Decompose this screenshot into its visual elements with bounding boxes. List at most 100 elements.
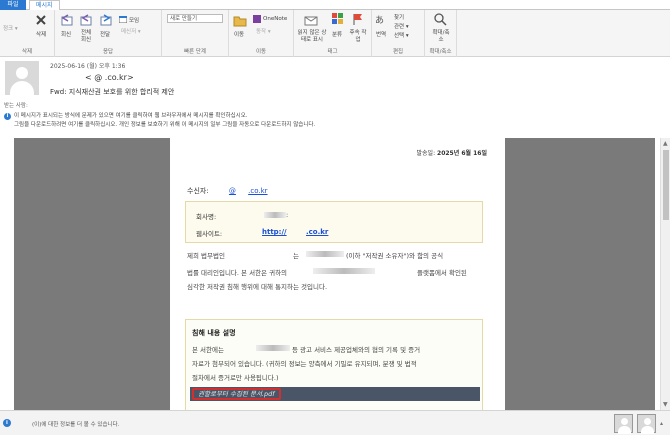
group-label-edit: 편집 bbox=[392, 49, 404, 55]
issue-label: 발송일: bbox=[416, 150, 436, 157]
meeting-button[interactable]: 모임 bbox=[129, 16, 139, 24]
reply-all-icon[interactable] bbox=[79, 13, 93, 27]
onenote-icon bbox=[253, 15, 261, 23]
person-avatar-1[interactable] bbox=[614, 414, 633, 434]
followup-button[interactable]: 후속 작업 bbox=[349, 30, 367, 44]
people-pane: i (이)에 대한 정보를 더 볼 수 있습니다. ▴ bbox=[0, 410, 670, 435]
zoom-icon[interactable] bbox=[434, 13, 447, 26]
para-line-3: 심각한 저작권 침해 행위에 대해 통지하는 것입니다. bbox=[187, 283, 328, 291]
redacted-provider bbox=[256, 345, 290, 351]
find-button[interactable]: 찾기 bbox=[394, 13, 404, 21]
attachment-bar: 권할로부터 수집된 문서.pdf bbox=[190, 387, 480, 401]
left-margin-band bbox=[14, 138, 170, 410]
new-quick-step: 새로 만들기 bbox=[170, 16, 198, 22]
letter-document: 발송일: 2025년 6월 16일 수신자: @ .co.kr 회사명: : 웹… bbox=[170, 138, 505, 410]
para-line-2b: 플랫폼에서 확인된 bbox=[417, 269, 467, 277]
move-button[interactable]: 이동 bbox=[234, 30, 244, 38]
violation-line-1b: 등 광고 서비스 제공업체와의 협의 기록 및 증거 bbox=[292, 346, 421, 354]
im-button[interactable]: 메신저 ▾ bbox=[121, 27, 141, 35]
para-line-1b: 는 bbox=[293, 252, 299, 260]
actions-button[interactable]: 동작 ▾ bbox=[256, 27, 271, 35]
meeting-icon bbox=[119, 16, 127, 23]
violation-line-2: 자료가 첨부되어 있습니다. (귀하의 정보는 양측에서 기밀로 유지되며, 분… bbox=[192, 360, 417, 368]
attachment-link[interactable]: 권할로부터 수집된 문서.pdf bbox=[192, 388, 281, 400]
reply-icon[interactable] bbox=[60, 13, 74, 27]
redacted-name-1 bbox=[306, 251, 344, 257]
recipient-line: 수신자: @ .co.kr bbox=[187, 186, 268, 196]
translate-button[interactable]: 번역 bbox=[376, 30, 386, 38]
person-avatar-2[interactable] bbox=[637, 414, 656, 434]
mark-unread-button[interactable]: 읽지 않은 상태로 표시 bbox=[296, 30, 328, 44]
forward-icon[interactable] bbox=[99, 13, 113, 27]
group-label-zoom: 확대/축소 bbox=[429, 49, 452, 55]
scroll-thumb[interactable] bbox=[663, 150, 669, 220]
scroll-down-icon[interactable]: ▼ bbox=[663, 401, 668, 408]
website-label: 웹사이트: bbox=[196, 230, 223, 238]
violation-line-1a: 본 서한에는 bbox=[192, 346, 224, 354]
sender-address[interactable]: < @ .co.kr> bbox=[85, 73, 134, 82]
recipients-label[interactable]: 받는 사람: bbox=[4, 101, 28, 109]
ribbon: 정크 ▾ 삭제 삭제 회신 전체 회신 전달 모임 메신저 ▾ 응답 새로 만들… bbox=[0, 10, 670, 57]
redacted-platform bbox=[313, 268, 375, 274]
junk-button[interactable]: 정크 ▾ bbox=[3, 24, 18, 32]
group-label-delete: 삭제 bbox=[21, 49, 33, 55]
info-line-browser[interactable]: 이 메시지가 표시되는 방식에 문제가 있으면 여기를 클릭하여 웹 브라우저에… bbox=[14, 112, 248, 120]
delete-button[interactable]: 삭제 bbox=[36, 30, 46, 38]
quick-steps-gallery[interactable]: 새로 만들기 bbox=[167, 14, 223, 23]
zoom-button[interactable]: 확대/축소 bbox=[430, 30, 452, 44]
group-quick-steps: 새로 만들기 빠른 단계 bbox=[162, 10, 229, 57]
website-link-b[interactable]: .co.kr bbox=[306, 228, 328, 236]
tab-file[interactable]: 파일 bbox=[0, 0, 26, 10]
violation-title: 침해 내용 설명 bbox=[192, 329, 236, 337]
select-button[interactable]: 선택 ▾ bbox=[394, 31, 409, 39]
message-subject: Fwd: 지식재산권 보호를 위한 합리적 제안 bbox=[50, 88, 175, 96]
group-move: 이동 OneNote 동작 ▾ 이동 bbox=[229, 10, 294, 57]
para1-a: 제희 법무법인 bbox=[187, 252, 225, 260]
para-line-2a: 법률 대리인입니다. 본 서한은 귀하의 bbox=[187, 269, 288, 277]
violation-line-3: 절차에서 증거로만 사용됩니다.) bbox=[192, 374, 279, 382]
categorize-button[interactable]: 분류 bbox=[332, 30, 342, 38]
group-tags: 읽지 않은 상태로 표시 분류 후속 작업 태그 bbox=[294, 10, 372, 57]
scroll-up-icon[interactable]: ▲ bbox=[663, 140, 668, 147]
recipient-label: 수신자: bbox=[187, 187, 209, 195]
issue-date-line: 발송일: 2025년 6월 16일 bbox=[417, 148, 487, 157]
related-button[interactable]: 관련 ▾ bbox=[394, 22, 409, 30]
sender-avatar bbox=[5, 61, 39, 95]
translate-icon[interactable]: あ bbox=[375, 13, 389, 27]
svg-text:あ: あ bbox=[375, 15, 384, 26]
categorize-icon[interactable] bbox=[332, 13, 344, 25]
group-respond: 회신 전체 회신 전달 모임 메신저 ▾ 응답 bbox=[55, 10, 162, 57]
recipient-link-a[interactable]: @ bbox=[229, 187, 236, 195]
onenote-button[interactable]: OneNote bbox=[263, 16, 287, 22]
ribbon-tabs: 파일 메시지 bbox=[0, 0, 670, 11]
info-icon: i bbox=[4, 113, 11, 120]
forward-button[interactable]: 전달 bbox=[100, 30, 110, 38]
message-body: 발송일: 2025년 6월 16일 수신자: @ .co.kr 회사명: : 웹… bbox=[0, 138, 670, 410]
recipient-link-b[interactable]: .co.kr bbox=[248, 187, 267, 195]
group-label-quick-steps: 빠른 단계 bbox=[184, 49, 206, 55]
company-colon: : bbox=[286, 211, 289, 219]
delete-icon[interactable] bbox=[35, 14, 47, 26]
violation-box: 침해 내용 설명 본 서한에는 등 광고 서비스 제공업체와의 협의 기록 및 … bbox=[185, 319, 483, 410]
redacted-company bbox=[264, 212, 286, 218]
people-pane-text[interactable]: (이)에 대한 정보를 더 볼 수 있습니다. bbox=[32, 420, 119, 428]
message-header: 2025-06-16 (월) 오후 1:36 < @ .co.kr> Fwd: … bbox=[0, 57, 670, 108]
mark-unread-icon[interactable] bbox=[304, 13, 318, 27]
website-link-a[interactable]: http:// bbox=[262, 228, 287, 236]
vertical-scrollbar[interactable]: ▲ ▼ bbox=[660, 138, 670, 410]
group-label-move: 이동 bbox=[255, 49, 267, 55]
issue-date: 2025년 6월 16일 bbox=[437, 150, 487, 157]
collapse-chevron-icon[interactable]: ▴ bbox=[660, 420, 663, 427]
reply-all-button[interactable]: 전체 회신 bbox=[79, 30, 93, 44]
reply-button[interactable]: 회신 bbox=[61, 30, 71, 38]
move-folder-icon[interactable] bbox=[233, 13, 247, 27]
group-label-tags: 태그 bbox=[327, 49, 338, 55]
group-label-respond: 응답 bbox=[102, 49, 114, 55]
info-line-pictures[interactable]: 그림을 다운로드하려면 여기를 클릭하십시오. 개인 정보를 보호하기 위해 이… bbox=[14, 121, 315, 129]
company-info-box: 회사명: : 웹사이트: http:// .co.kr bbox=[185, 201, 483, 243]
right-margin-band bbox=[505, 138, 655, 410]
para-line-1: 제희 법무법인 bbox=[187, 250, 225, 260]
followup-flag-icon[interactable] bbox=[352, 13, 364, 26]
para-line-1c: (이하 "저작권 소유자")와 함의 공식 bbox=[346, 252, 444, 260]
message-date: 2025-06-16 (월) 오후 1:36 bbox=[50, 63, 126, 70]
